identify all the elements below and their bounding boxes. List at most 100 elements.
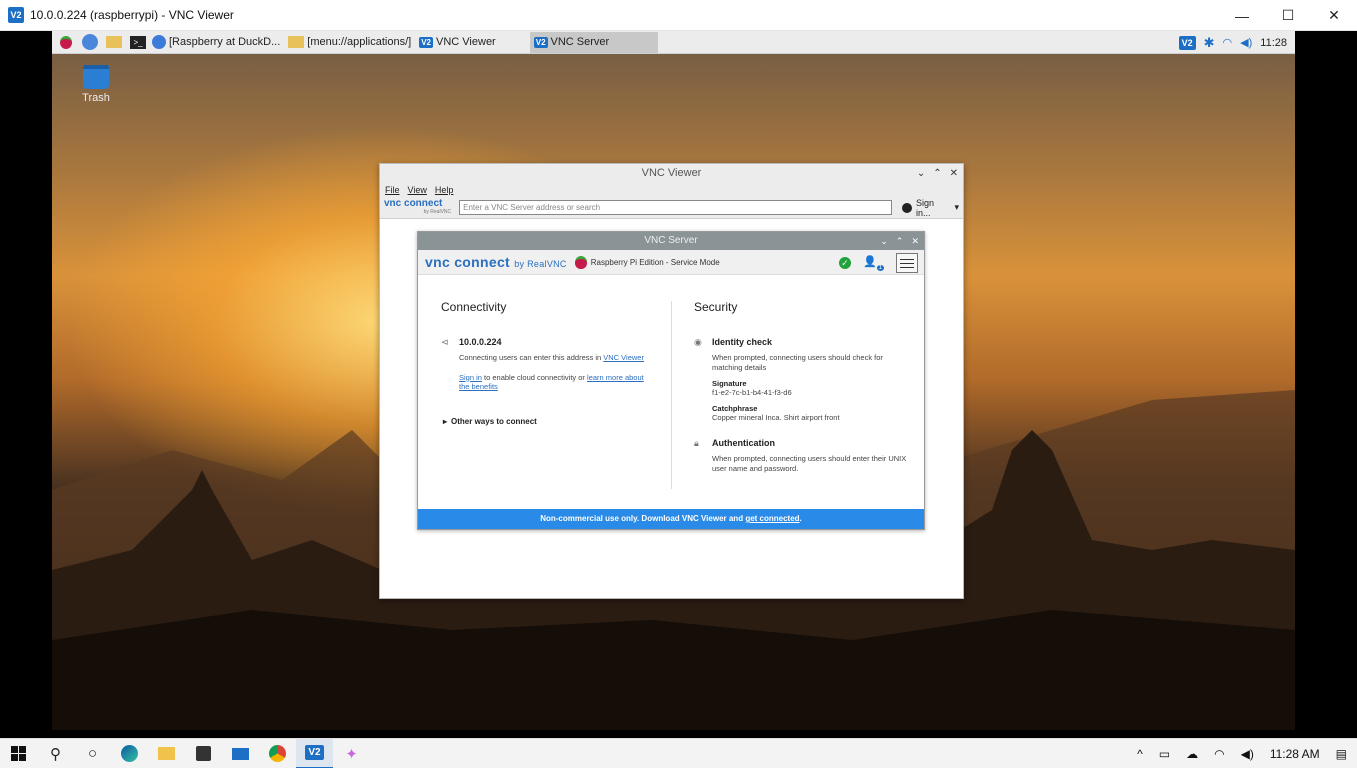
battery-icon[interactable]: ▭ (1159, 747, 1170, 761)
edge-icon[interactable] (111, 739, 148, 768)
authentication-description: When prompted, connecting users should e… (712, 454, 907, 473)
connected-users-icon[interactable]: 👤 1 (863, 255, 884, 271)
chevron-right-icon: ▸ (443, 416, 448, 426)
vnc-viewer-title: VNC Viewer (641, 167, 702, 179)
cloud-connectivity-text: Sign in to enable cloud connectivity or … (459, 372, 644, 392)
close-button[interactable]: ✕ (1311, 0, 1357, 31)
vnc-icon: V2 (419, 36, 434, 48)
close-icon[interactable]: ✕ (911, 232, 919, 250)
window-title: 10.0.0.224 (raspberrypi) - VNC Viewer (30, 8, 234, 22)
other-ways-to-connect-expander[interactable]: ▸ Other ways to connect (441, 417, 651, 426)
wifi-icon[interactable]: ◠ (1223, 36, 1233, 49)
bluetooth-icon[interactable]: ✱ (1204, 35, 1215, 51)
get-connected-link[interactable]: get connected (745, 514, 799, 523)
vnc-tray-icon[interactable]: V2 (1178, 35, 1196, 50)
identity-check-heading: Identity check (712, 337, 773, 347)
sign-in-link[interactable]: Sign in (459, 373, 482, 382)
onedrive-icon[interactable]: ☁ (1186, 747, 1198, 761)
vnc-viewer-menubar: File View Help (380, 183, 963, 197)
maximize-button[interactable]: ☐ (1265, 0, 1311, 31)
network-icon[interactable]: ◠ (1214, 747, 1224, 761)
raspberry-menu-icon[interactable] (56, 33, 76, 51)
vnc-icon: V2 (533, 36, 548, 48)
authentication-heading: Authentication (712, 438, 775, 448)
outer-window-titlebar: V2 10.0.0.224 (raspberrypi) - VNC Viewer… (0, 0, 1357, 31)
task-view-icon[interactable]: ○ (74, 739, 111, 768)
chevron-up-icon[interactable]: ⌃ (896, 232, 904, 250)
volume-icon[interactable]: ◀) (1240, 36, 1252, 49)
non-commercial-banner: Non-commercial use only. Download VNC Vi… (418, 509, 924, 529)
menu-file[interactable]: File (385, 185, 400, 195)
sign-in-button[interactable]: Sign in... ▾ (902, 198, 959, 218)
web-browser-icon[interactable] (80, 33, 100, 51)
vnc-viewer-app-icon: V2 (8, 7, 24, 23)
security-section: Security ◉ Identity check When prompted,… (694, 275, 909, 473)
vnc-viewer-link[interactable]: VNC Viewer (603, 353, 644, 362)
vnc-viewer-titlebar: VNC Viewer ⌄ ⌃ ✕ (380, 164, 963, 183)
trash-desktop-icon[interactable]: Trash (76, 65, 116, 104)
taskbar-button-vnc-server[interactable]: V2 VNC Server (529, 31, 658, 53)
menu-help[interactable]: Help (435, 185, 454, 195)
security-heading: Security (694, 300, 738, 314)
lock-icon: 🔒︎ (694, 438, 699, 448)
menu-view[interactable]: View (408, 185, 427, 195)
vnc-viewer-taskbar-icon[interactable]: V2 (296, 738, 333, 768)
windows-system-tray: ^ ▭ ☁ ◠ ◀) 11:28 AM ▤ (1137, 739, 1347, 768)
section-divider (671, 301, 672, 489)
edition-label: Raspberry Pi Edition - Service Mode (574, 255, 720, 269)
dropdown-arrow-icon: ▾ (954, 202, 959, 212)
connectivity-section: Connectivity ⊲ 10.0.0.224 Connecting use… (441, 275, 651, 426)
address-description: Connecting users can enter this address … (459, 353, 644, 362)
minimize-button[interactable]: — (1219, 0, 1265, 31)
taskbar-button-browser[interactable]: [Raspberry at DuckD... (148, 32, 284, 53)
notifications-icon[interactable]: ▤ (1336, 747, 1347, 761)
vnc-viewer-window: VNC Viewer ⌄ ⌃ ✕ File View Help vnc conn… (379, 163, 964, 599)
pi-system-tray: V2 ✱ ◠ ◀) 11:28 (1178, 31, 1287, 54)
chevron-up-icon[interactable]: ^ (1137, 747, 1143, 761)
vnc-server-titlebar: VNC Server ⌄ ⌃ ✕ (418, 232, 924, 250)
user-icon (902, 202, 912, 213)
vnc-viewer-toolbar: vnc connect by RealVNC Enter a VNC Serve… (380, 197, 963, 219)
trash-icon (83, 65, 109, 89)
chrome-icon[interactable] (259, 739, 296, 768)
vnc-server-window: VNC Server ⌄ ⌃ ✕ vnc connect by RealVNC … (417, 231, 925, 530)
vnc-address-search-input[interactable]: Enter a VNC Server address or search (459, 200, 893, 215)
volume-icon[interactable]: ◀) (1241, 747, 1254, 761)
file-manager-icon[interactable] (104, 33, 124, 51)
folder-icon (288, 36, 305, 48)
chevron-down-icon[interactable]: ⌄ (880, 232, 888, 250)
vnc-server-header: vnc connect by RealVNC Raspberry Pi Edit… (418, 250, 924, 275)
store-icon[interactable] (185, 739, 222, 768)
windows-taskbar: ⚲ ○ V2 ✦ ^ ▭ ☁ ◠ ◀) 11:28 AM ▤ (0, 738, 1357, 768)
status-ok-icon: ✓ (838, 257, 851, 269)
pi-taskbar: >_ [Raspberry at DuckD... [menu://applic… (52, 31, 1295, 54)
taskbar-button-file-manager[interactable]: [menu://applications/] (284, 32, 415, 53)
file-explorer-icon[interactable] (148, 739, 185, 768)
connectivity-heading: Connectivity (441, 300, 507, 314)
close-icon[interactable]: ✕ (950, 164, 958, 183)
vnc-connect-brand: vnc connect by RealVNC (425, 254, 567, 270)
app-icon[interactable]: ✦ (333, 739, 370, 768)
raspberry-pi-icon (574, 255, 587, 269)
share-icon: ⊲ (441, 337, 449, 347)
ip-address: 10.0.0.224 (459, 337, 502, 347)
windows-clock[interactable]: 11:28 AM (1270, 747, 1320, 761)
hamburger-menu-button[interactable] (896, 253, 918, 273)
vnc-connect-logo: vnc connect by RealVNC (384, 197, 452, 215)
search-icon[interactable]: ⚲ (37, 739, 74, 768)
chevron-up-icon[interactable]: ⌃ (933, 164, 941, 183)
catchphrase-value: Copper mineral Inca. Shirt airport front (712, 413, 840, 422)
taskbar-button-vnc-viewer[interactable]: V2 VNC Viewer (415, 32, 500, 53)
user-count-badge: 1 (876, 264, 884, 271)
catchphrase-label: Catchphrase (712, 404, 758, 413)
eye-icon: ◉ (694, 337, 702, 347)
pi-clock: 11:28 (1260, 36, 1287, 49)
terminal-icon[interactable]: >_ (128, 33, 148, 51)
chromium-icon (152, 35, 166, 49)
vnc-server-body: Connectivity ⊲ 10.0.0.224 Connecting use… (418, 275, 924, 507)
mail-icon[interactable] (222, 739, 259, 768)
start-button[interactable] (0, 739, 37, 768)
remote-desktop[interactable]: >_ [Raspberry at DuckD... [menu://applic… (52, 31, 1295, 730)
signature-value: f1-e2-7c-b1-b4-41-f3-d6 (712, 388, 792, 397)
chevron-down-icon[interactable]: ⌄ (917, 164, 925, 183)
